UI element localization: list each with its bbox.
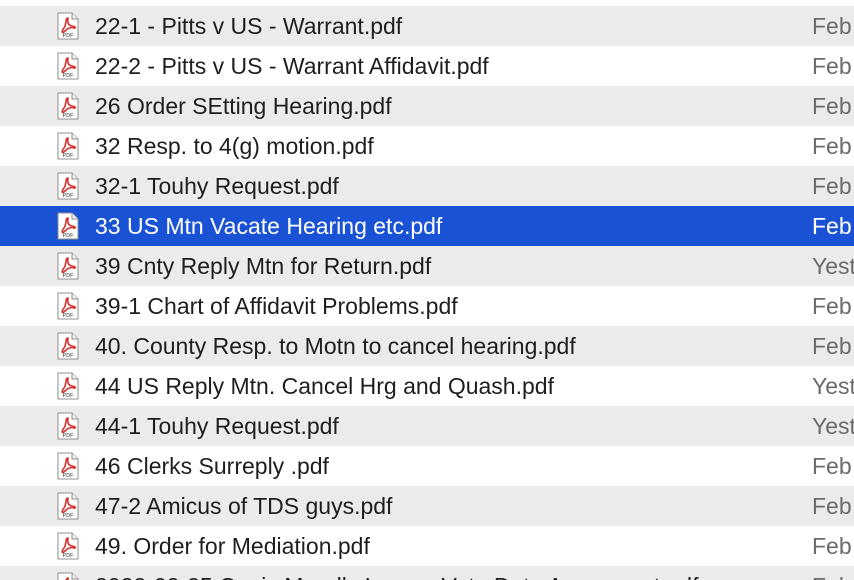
date-modified: Feb <box>812 93 852 119</box>
file-row[interactable]: PDF 32 Resp. to 4(g) motion.pdf Feb <box>0 126 854 166</box>
file-row-selected[interactable]: PDF 33 US Mtn Vacate Hearing etc.pdf Feb <box>0 206 854 246</box>
svg-text:PDF: PDF <box>63 273 75 279</box>
date-modified: Feb <box>812 533 852 559</box>
file-row[interactable]: PDF 22-2 - Pitts v US - Warrant Affidavit… <box>0 46 854 86</box>
date-modified: Feb <box>812 293 852 319</box>
file-name: 49. Order for Mediation.pdf <box>95 533 370 559</box>
date-modified: Yest <box>812 253 854 279</box>
file-name: 33 US Mtn Vacate Hearing etc.pdf <box>95 213 443 239</box>
pdf-file-icon: PDF <box>55 412 81 440</box>
file-row[interactable]: PDF 44-1 Touhy Request.pdf Yest <box>0 406 854 446</box>
svg-text:PDF: PDF <box>63 33 75 39</box>
file-name: 39-1 Chart of Affidavit Problems.pdf <box>95 293 458 319</box>
svg-text:PDF: PDF <box>63 513 75 519</box>
pdf-file-icon: PDF <box>55 492 81 520</box>
file-name: 22-2 - Pitts v US - Warrant Affidavit.pd… <box>95 53 489 79</box>
svg-text:PDF: PDF <box>63 113 75 119</box>
date-modified: Feb <box>812 493 852 519</box>
date-modified: Yest <box>812 413 854 439</box>
file-name: 26 Order SEtting Hearing.pdf <box>95 93 392 119</box>
pdf-file-icon: PDF <box>55 212 81 240</box>
svg-text:PDF: PDF <box>63 553 75 559</box>
pdf-file-icon: PDF <box>55 92 81 120</box>
file-row[interactable]: PDF 39-1 Chart of Affidavit Problems.pdf F… <box>0 286 854 326</box>
pdf-file-icon: PDF <box>55 452 81 480</box>
pdf-file-icon: PDF <box>55 292 81 320</box>
pdf-file-icon: PDF <box>55 332 81 360</box>
file-row[interactable]: PDF 26 Order SEtting Hearing.pdf Feb <box>0 86 854 126</box>
pdf-file-icon: PDF <box>55 132 81 160</box>
date-modified: Feb <box>812 213 852 239</box>
file-row[interactable]: PDF 40. County Resp. to Motn to cancel he… <box>0 326 854 366</box>
file-row[interactable]: PDF 49. Order for Mediation.pdf Feb <box>0 526 854 566</box>
pdf-file-icon: PDF <box>55 52 81 80</box>
pdf-file-icon: PDF <box>55 172 81 200</box>
file-row[interactable]: PDF 46 Clerks Surreply .pdf Feb <box>0 446 854 486</box>
file-row[interactable]: PDF 39 Cnty Reply Mtn for Return.pdf Yest <box>0 246 854 286</box>
file-name: 47-2 Amicus of TDS guys.pdf <box>95 493 393 519</box>
file-name: 44-1 Touhy Request.pdf <box>95 413 339 439</box>
svg-text:PDF: PDF <box>63 473 75 479</box>
pdf-file-icon: PDF <box>55 252 81 280</box>
date-modified: Feb <box>812 173 852 199</box>
file-name: 46 Clerks Surreply .pdf <box>95 453 329 479</box>
date-modified: Feb <box>812 453 852 479</box>
date-modified: Feb <box>812 566 852 580</box>
svg-text:PDF: PDF <box>63 73 75 79</box>
file-row[interactable]: PDF 22-1 - Pitts v US - Warrant.pdf Feb <box>0 6 854 46</box>
pdf-file-icon: PDF <box>55 532 81 560</box>
file-name: 32 Resp. to 4(g) motion.pdf <box>95 133 374 159</box>
file-row[interactable]: PDF 32-1 Touhy Request.pdf Feb <box>0 166 854 206</box>
file-name: 40. County Resp. to Motn to cancel heari… <box>95 333 576 359</box>
file-name: 32-1 Touhy Request.pdf <box>95 173 339 199</box>
date-modified: Feb <box>812 333 852 359</box>
file-name: 2022-02-25 Oasis Meadly Lemon Vote Data … <box>95 566 698 580</box>
file-name: 39 Cnty Reply Mtn for Return.pdf <box>95 253 432 279</box>
pdf-file-icon: PDF <box>55 372 81 400</box>
pdf-file-icon: PDF <box>55 572 81 580</box>
date-modified: Feb <box>812 53 852 79</box>
svg-text:PDF: PDF <box>63 393 75 399</box>
svg-text:PDF: PDF <box>63 153 75 159</box>
date-modified: Feb <box>812 133 852 159</box>
file-list[interactable]: PDF 22-1 - Pitts v US - Warrant.pdf Feb PDF… <box>0 0 854 580</box>
file-row[interactable]: PDF 2022-02-25 Oasis Meadly Lemon Vote Da… <box>0 566 854 580</box>
file-row[interactable]: PDF 47-2 Amicus of TDS guys.pdf Feb <box>0 486 854 526</box>
file-name: 44 US Reply Mtn. Cancel Hrg and Quash.pd… <box>95 373 554 399</box>
svg-text:PDF: PDF <box>63 353 75 359</box>
date-modified: Yest <box>812 373 854 399</box>
pdf-file-icon: PDF <box>55 12 81 40</box>
svg-text:PDF: PDF <box>63 233 75 239</box>
svg-text:PDF: PDF <box>63 193 75 199</box>
svg-text:PDF: PDF <box>63 433 75 439</box>
svg-text:PDF: PDF <box>63 313 75 319</box>
file-name: 22-1 - Pitts v US - Warrant.pdf <box>95 13 403 39</box>
date-modified: Feb <box>812 13 852 39</box>
file-row[interactable]: PDF 44 US Reply Mtn. Cancel Hrg and Quash… <box>0 366 854 406</box>
